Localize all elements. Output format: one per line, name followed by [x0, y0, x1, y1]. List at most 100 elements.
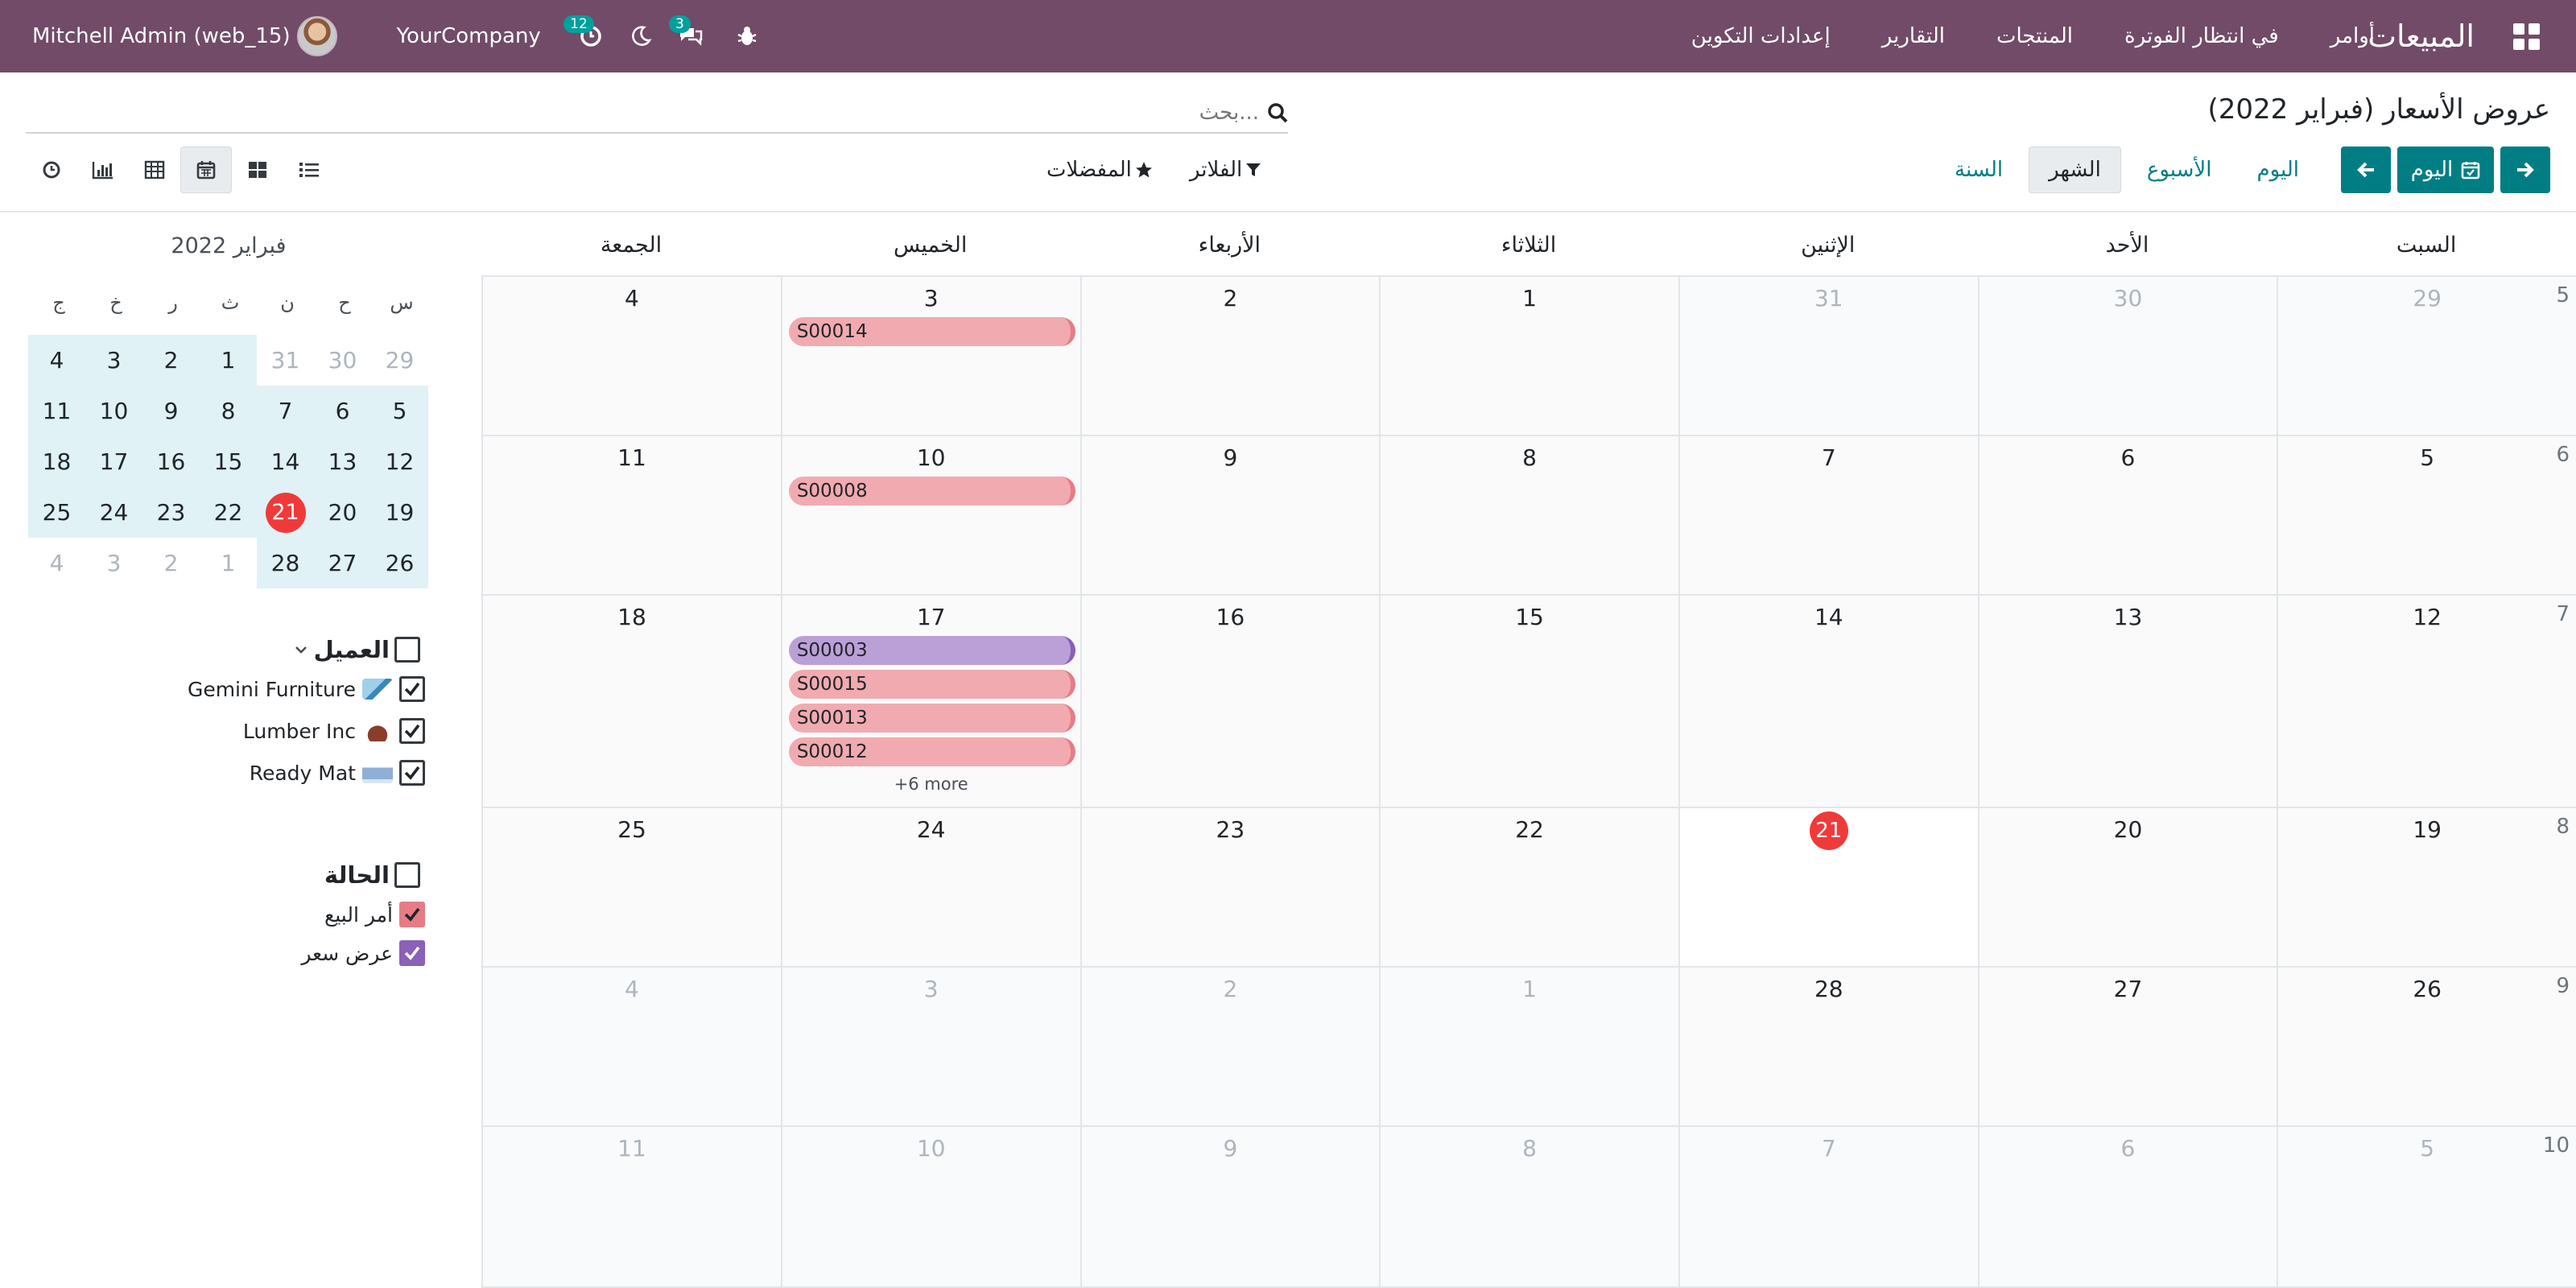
- mini-calendar-day[interactable]: 1: [200, 335, 257, 386]
- status-checkbox[interactable]: [399, 902, 425, 927]
- mini-calendar-day[interactable]: 13: [314, 436, 371, 487]
- today-button[interactable]: اليوم: [2397, 147, 2494, 193]
- calendar-day-cell[interactable]: 23: [1080, 808, 1380, 966]
- mini-calendar-day[interactable]: 28: [257, 538, 314, 588]
- calendar-day-cell[interactable]: 10: [780, 1127, 1080, 1286]
- calendar-day-cell[interactable]: 6: [1977, 436, 2277, 594]
- user-avatar[interactable]: [296, 16, 337, 56]
- user-name[interactable]: Mitchell Admin (web_15): [32, 24, 291, 48]
- customer-checkbox[interactable]: [399, 676, 425, 702]
- activity-view-button[interactable]: [26, 147, 77, 193]
- graph-view-button[interactable]: [77, 147, 129, 193]
- scale-month-button[interactable]: الشهر: [2029, 147, 2121, 193]
- calendar-day-cell[interactable]: 15: [1379, 596, 1678, 807]
- calendar-day-cell[interactable]: 4: [481, 277, 781, 435]
- menu-to-invoice[interactable]: في انتظار الفوترة: [2124, 24, 2279, 48]
- calendar-day-cell[interactable]: 8: [1379, 1127, 1678, 1286]
- menu-products[interactable]: المنتجات: [1996, 24, 2073, 48]
- scale-week-button[interactable]: الأسبوع: [2128, 147, 2231, 193]
- customer-checkbox[interactable]: [399, 760, 425, 786]
- list-view-button[interactable]: [283, 147, 335, 193]
- calendar-day-cell[interactable]: 2: [1080, 277, 1380, 435]
- status-checkbox[interactable]: [399, 940, 425, 966]
- mini-calendar-day[interactable]: 22: [200, 487, 257, 538]
- app-brand[interactable]: المبيعات: [2368, 0, 2475, 72]
- kanban-view-button[interactable]: [232, 147, 283, 193]
- calendar-day-cell[interactable]: 1: [1379, 968, 1678, 1125]
- calendar-day-cell[interactable]: 7: [1678, 1127, 1978, 1286]
- mini-calendar-day[interactable]: 7: [257, 386, 314, 436]
- mini-calendar-day[interactable]: 19: [371, 487, 428, 538]
- favorites-button[interactable]: المفضلات: [1046, 158, 1153, 182]
- customer-checkbox[interactable]: [399, 718, 425, 744]
- mini-calendar-day[interactable]: 4: [28, 335, 85, 386]
- calendar-day-cell[interactable]: 56: [2277, 436, 2576, 594]
- calendar-day-cell[interactable]: 11: [481, 436, 781, 594]
- mini-calendar-day[interactable]: 17: [85, 436, 142, 487]
- scale-year-button[interactable]: السنة: [1935, 147, 2022, 193]
- calendar-day-cell[interactable]: 3: [780, 968, 1080, 1125]
- mini-calendar-day[interactable]: 3: [85, 335, 142, 386]
- calendar-day-cell[interactable]: 19 8: [2277, 808, 2576, 966]
- customer-filter-item[interactable]: Gemini Furniture: [188, 676, 425, 702]
- calendar-day-cell[interactable]: 24: [780, 808, 1080, 966]
- calendar-event[interactable]: S00015: [788, 670, 1075, 699]
- search-icon[interactable]: [1267, 102, 1288, 123]
- more-events-link[interactable]: +6 more: [782, 774, 1080, 794]
- calendar-day-cell[interactable]: 2: [1080, 968, 1380, 1125]
- pivot-view-button[interactable]: [129, 147, 180, 193]
- calendar-day-cell[interactable]: 30: [1977, 277, 2277, 435]
- calendar-day-cell[interactable]: 13: [1977, 596, 2277, 807]
- calendar-day-cell[interactable]: 6: [1977, 1127, 2277, 1286]
- calendar-event[interactable]: S00003: [788, 636, 1075, 665]
- mini-calendar-day[interactable]: 11: [28, 386, 85, 436]
- mini-calendar-day[interactable]: 14: [257, 436, 314, 487]
- calendar-day-cell[interactable]: 9: [1080, 436, 1380, 594]
- calendar-day-cell[interactable]: 16: [1080, 596, 1380, 807]
- apps-menu-icon[interactable]: [2502, 0, 2550, 72]
- mini-calendar-day[interactable]: 2: [142, 538, 200, 588]
- status-filter-header[interactable]: الحالة: [324, 861, 420, 889]
- status-filter-item[interactable]: عرض سعر: [301, 940, 425, 966]
- mini-calendar-day[interactable]: 16: [142, 436, 200, 487]
- messages-chat-icon[interactable]: 3: [668, 15, 708, 54]
- menu-reporting[interactable]: التقارير: [1882, 24, 1945, 48]
- calendar-event[interactable]: S00014: [788, 317, 1075, 346]
- mini-calendar-day[interactable]: 4: [28, 538, 85, 588]
- mini-calendar-day[interactable]: 5: [371, 386, 428, 436]
- mini-calendar-day[interactable]: 18: [28, 436, 85, 487]
- status-filter-checkbox[interactable]: [394, 862, 420, 888]
- filters-button[interactable]: الفلاتر: [1190, 158, 1261, 182]
- calendar-day-cell[interactable]: 1: [1379, 277, 1678, 435]
- customer-filter-item[interactable]: Ready Mat: [250, 760, 425, 786]
- calendar-day-cell[interactable]: 5 10: [2277, 1127, 2576, 1286]
- menu-configuration[interactable]: إعدادات التكوين: [1691, 24, 1831, 48]
- mini-calendar-day[interactable]: 23: [142, 487, 200, 538]
- mini-calendar-day[interactable]: 2: [142, 335, 200, 386]
- calendar-day-cell[interactable]: 25: [481, 808, 781, 966]
- activity-clock-icon[interactable]: 12: [564, 15, 609, 54]
- next-period-button[interactable]: [2500, 147, 2550, 193]
- customer-filter-header[interactable]: العميل: [293, 636, 420, 663]
- calendar-day-cell[interactable]: 7: [1678, 436, 1978, 594]
- calendar-day-cell[interactable]: 8: [1379, 436, 1678, 594]
- calendar-day-cell[interactable]: 29 5: [2277, 277, 2576, 435]
- calendar-day-cell[interactable]: 12 7: [2277, 596, 2576, 807]
- calendar-day-cell[interactable]: 18: [481, 596, 781, 807]
- dark-mode-moon-icon[interactable]: [623, 19, 658, 54]
- calendar-day-cell[interactable]: 11: [481, 1127, 781, 1286]
- calendar-day-cell[interactable]: 9: [1080, 1127, 1380, 1286]
- calendar-day-cell[interactable]: 28: [1678, 968, 1978, 1125]
- mini-calendar-day[interactable]: 29: [371, 335, 428, 386]
- mini-calendar-day[interactable]: 12: [371, 436, 428, 487]
- calendar-day-cell[interactable]: 22: [1379, 808, 1678, 966]
- debug-bug-icon[interactable]: [729, 19, 765, 54]
- previous-period-button[interactable]: [2341, 147, 2391, 193]
- mini-calendar-day[interactable]: 8: [200, 386, 257, 436]
- chevron-down-icon[interactable]: [293, 642, 309, 658]
- calendar-day-cell[interactable]: 14: [1678, 596, 1978, 807]
- mini-calendar-day[interactable]: 24: [85, 487, 142, 538]
- calendar-day-cell[interactable]: 4: [481, 968, 781, 1125]
- mini-calendar-day[interactable]: 9: [142, 386, 200, 436]
- calendar-day-cell[interactable]: 10 S00008: [780, 436, 1080, 594]
